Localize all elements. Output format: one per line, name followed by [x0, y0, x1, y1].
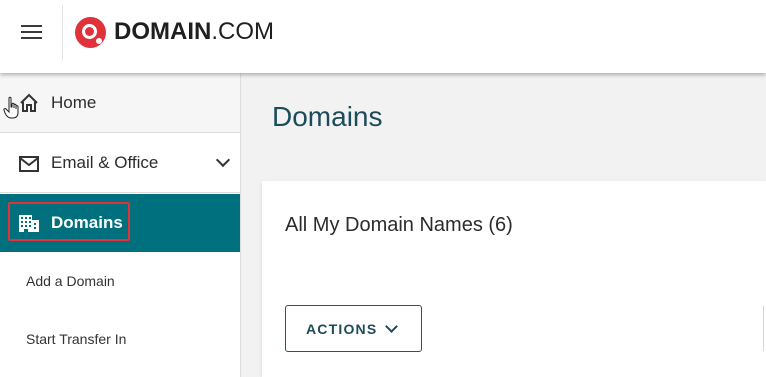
sidebar-item-home[interactable]: Home	[0, 73, 240, 133]
home-icon	[20, 93, 38, 112]
partial-control-edge	[763, 306, 764, 351]
sidebar-item-domains[interactable]: Domains	[0, 194, 240, 252]
sidebar-item-label: Domains	[51, 213, 123, 232]
domains-card: All My Domain Names (6) ACTIONS	[262, 181, 766, 377]
page-title: Domains	[272, 101, 383, 132]
sidebar-item-label: Email & Office	[51, 153, 159, 172]
header-divider	[62, 5, 63, 61]
hamburger-menu-icon[interactable]	[21, 23, 42, 39]
domain-com-logo[interactable]: DOMAIN.COM	[75, 16, 274, 48]
sidebar-subitem-add-domain[interactable]: Add a Domain	[26, 273, 115, 289]
sidebar-item-label: Home	[51, 92, 97, 112]
actions-dropdown-button[interactable]: ACTIONS	[285, 305, 422, 352]
chevron-down-icon[interactable]	[215, 152, 231, 168]
actions-label: ACTIONS	[306, 321, 378, 337]
logo-text: DOMAIN.COM	[114, 18, 274, 45]
chevron-down-icon	[385, 320, 398, 333]
card-title: All My Domain Names (6)	[285, 214, 513, 236]
sidebar: Home Email & Office Domains Add a Domain…	[0, 73, 241, 377]
hand-cursor-icon	[3, 96, 19, 119]
envelope-icon	[19, 156, 39, 172]
building-icon	[19, 215, 39, 232]
sidebar-item-email-office[interactable]: Email & Office	[0, 134, 240, 193]
top-header: DOMAIN.COM	[0, 0, 766, 73]
sidebar-subitem-start-transfer[interactable]: Start Transfer In	[26, 331, 126, 347]
logo-mark-icon	[75, 16, 106, 48]
